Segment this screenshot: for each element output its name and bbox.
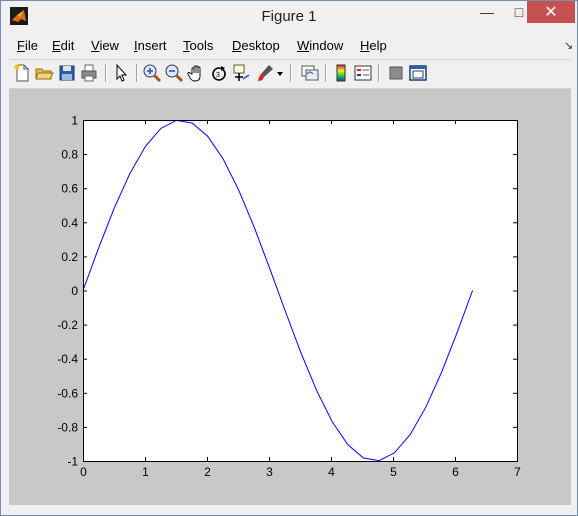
menu-desktop-label: esktop	[241, 38, 280, 53]
data-cursor-icon[interactable]	[231, 63, 251, 83]
menu-help-mnemonic: H	[360, 38, 370, 53]
menu-insert[interactable]: Insert	[134, 38, 167, 53]
y-tick-label: 0.8	[61, 148, 78, 162]
zoom-out-icon[interactable]	[164, 63, 184, 83]
menu-desktop[interactable]: Desktop	[232, 38, 280, 53]
axes-background	[83, 120, 517, 461]
menu-file[interactable]: File	[17, 38, 38, 53]
figure-toolbar: 3	[9, 59, 571, 89]
y-tick-label: 0.6	[61, 182, 78, 196]
toolbar-separator	[378, 64, 380, 82]
edit-plot-arrow-icon[interactable]	[111, 63, 131, 83]
y-tick-label: 0	[71, 284, 78, 298]
show-plot-tools-icon[interactable]	[408, 63, 428, 83]
open-file-icon[interactable]	[34, 63, 54, 83]
x-tick-label: 5	[390, 465, 397, 479]
menu-help[interactable]: Help	[360, 38, 387, 53]
menu-file-label: ile	[24, 38, 38, 53]
figure-window: Figure 1 — □ ✕ File Edit View Insert Too…	[0, 0, 578, 516]
menu-file-mnemonic: F	[17, 38, 25, 53]
x-tick-label: 4	[328, 465, 335, 479]
y-tick-label: -0.6	[57, 386, 78, 400]
legend-icon[interactable]	[353, 63, 373, 83]
hide-plot-tools-icon[interactable]	[386, 63, 406, 83]
menu-bar: File Edit View Insert Tools Desktop Wind…	[9, 35, 573, 57]
toolbar-separator	[325, 64, 327, 82]
menu-tools[interactable]: Tools	[183, 38, 213, 53]
menu-insert-label: nsert	[137, 38, 167, 53]
x-tick-label: 0	[80, 465, 87, 479]
menu-window-label: indow	[309, 38, 344, 53]
toolbar-separator	[105, 64, 107, 82]
x-tick-label: 1	[142, 465, 149, 479]
dock-figure-icon[interactable]: ↘	[564, 39, 573, 52]
rotate-3d-icon[interactable]: 3	[209, 63, 229, 83]
brush-icon[interactable]	[255, 63, 275, 83]
brush-dropdown-icon[interactable]	[275, 63, 285, 83]
x-tick-label: 2	[204, 465, 211, 479]
y-tick-label: 1	[71, 114, 78, 128]
y-tick-label: -0.4	[57, 352, 78, 366]
toolbar-separator	[136, 64, 138, 82]
minimize-button[interactable]: —	[471, 1, 503, 23]
print-icon[interactable]	[79, 63, 99, 83]
close-button[interactable]: ✕	[527, 1, 575, 23]
colorbar-icon[interactable]	[331, 63, 351, 83]
link-plot-icon[interactable]	[300, 63, 320, 83]
menu-edit-label: dit	[60, 38, 75, 53]
menu-view[interactable]: View	[91, 38, 119, 53]
new-figure-icon[interactable]	[12, 63, 32, 83]
y-tick-label: -0.2	[57, 318, 78, 332]
save-icon[interactable]	[57, 63, 77, 83]
x-tick-label: 6	[452, 465, 459, 479]
svg-text:3: 3	[216, 72, 220, 79]
menu-view-label: iew	[99, 38, 119, 53]
menu-edit-mnemonic: E	[52, 38, 61, 53]
x-tick-label: 3	[266, 465, 273, 479]
toolbar-separator	[290, 64, 292, 82]
y-tick-label: -0.8	[57, 420, 78, 434]
y-tick-label: -1	[67, 455, 78, 469]
pan-hand-icon[interactable]	[187, 63, 207, 83]
y-tick-label: 0.2	[61, 250, 78, 264]
menu-desktop-mnemonic: D	[232, 38, 242, 53]
plot-axes[interactable]: 0 1 2 3 4 5 6 7 -1 -0.8 -0.6 -0.4 -0.2 0 0.2 0.4 0.6 0.8 1	[9, 89, 571, 505]
menu-window[interactable]: Window	[297, 38, 343, 53]
zoom-in-icon[interactable]	[142, 63, 162, 83]
x-tick-label: 7	[514, 465, 521, 479]
y-tick-label: 0.4	[61, 216, 78, 230]
menu-edit[interactable]: Edit	[52, 38, 74, 53]
figure-canvas[interactable]: 0 1 2 3 4 5 6 7 -1 -0.8 -0.6 -0.4 -0.2 0 0.2 0.4 0.6 0.8 1	[9, 89, 571, 505]
menu-tools-label: ools	[189, 38, 214, 53]
menu-help-label: elp	[369, 38, 387, 53]
menu-window-mnemonic: W	[297, 38, 310, 53]
title-bar[interactable]: Figure 1 — □ ✕	[1, 1, 577, 33]
